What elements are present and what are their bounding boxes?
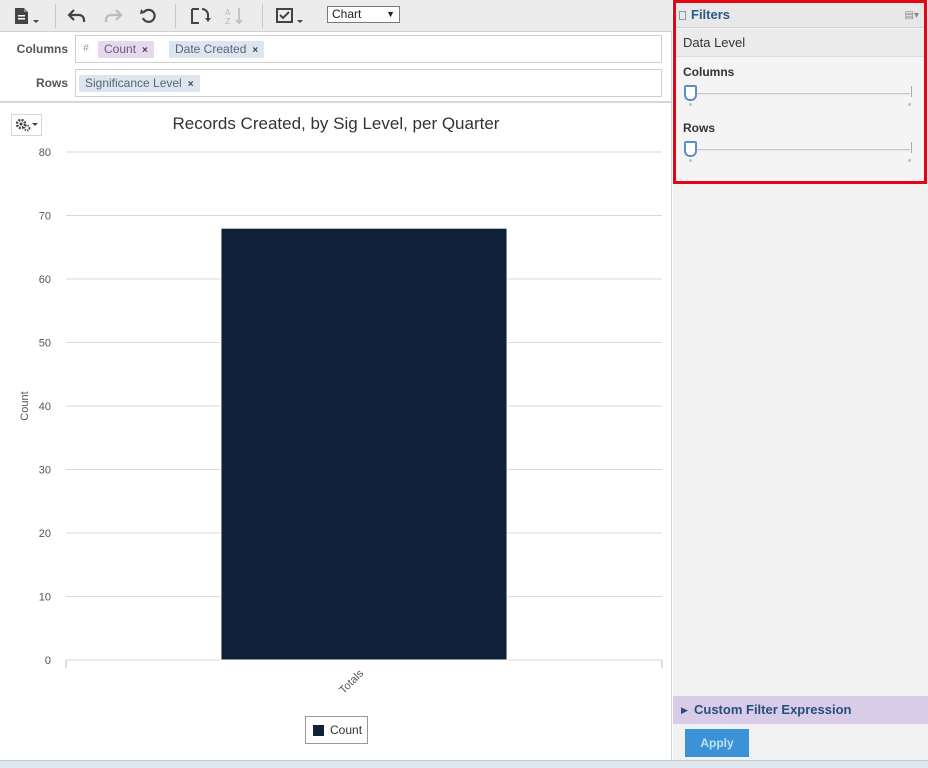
x-tick-label: Totals [337,667,366,696]
toolbar: A Z Chart ▼ [0,0,672,32]
legend-label: Count [330,723,363,737]
columns-pill-count[interactable]: Count × [98,41,154,58]
filters-title: Filters [691,7,731,22]
toolbar-separator [55,4,56,28]
columns-slider-label: Columns [683,65,735,79]
svg-text:Z: Z [225,17,231,26]
checklist-menu-icon[interactable] [274,4,306,28]
bar-chart: 0 10 20 30 40 50 60 70 80 Totals Count [19,147,663,696]
filters-sidebar: Filters ▤▾ Data Level Columns Rows ▶ Cus… [673,0,928,760]
chart-area: 0 10 20 30 40 50 60 70 80 Totals Count Records Cre… [0,104,672,760]
chart-title: Records Created, by Sig Level, per Quart… [172,114,500,133]
rows-shelf-row: Rows Significance Level × [0,67,672,101]
rows-slider-label: Rows [683,121,716,135]
slider-tick-dot [689,159,692,162]
slider-handle[interactable] [684,141,697,157]
columns-shelf-label: Columns [16,42,68,56]
slider-track[interactable] [688,149,910,151]
remove-icon[interactable]: × [142,45,148,56]
slider-tick-dot [908,159,911,162]
undo-icon[interactable] [66,4,88,28]
shelf-divider [0,101,672,103]
pill-label: Date Created [175,42,247,56]
report-area: A Z Chart ▼ Columns # Count × Date Creat… [0,0,672,760]
reset-icon[interactable] [138,4,160,28]
y-tick-label: 20 [39,528,51,540]
rows-shelf-label: Rows [35,76,68,90]
y-tick-label: 0 [45,655,51,667]
view-type-select[interactable]: Chart ▼ [327,6,400,23]
panel-menu-icon[interactable]: ▤▾ [905,10,919,21]
y-tick-label: 30 [39,465,51,477]
rows-pill-significance-level[interactable]: Significance Level × [79,75,200,92]
remove-icon[interactable]: × [188,79,194,90]
y-axis-label: Count [19,391,31,420]
y-tick-label: 80 [39,147,51,159]
filters-header[interactable]: Filters ▤▾ [676,3,924,28]
svg-text:A: A [225,8,231,17]
swap-axes-icon[interactable] [187,4,213,28]
apply-button[interactable]: Apply [685,729,749,757]
expand-triangle-icon: ▶ [681,705,688,715]
slider-end-tick [911,142,912,153]
pill-label: Significance Level [85,76,182,90]
y-tick-label: 10 [39,592,51,604]
sort-icon[interactable]: A Z [223,4,247,28]
slider-tick-dot [908,103,911,106]
pill-label: Count [104,42,137,56]
legend-swatch [313,724,324,736]
slider-end-tick [911,86,912,97]
collapse-icon[interactable] [679,11,686,20]
bottom-border [0,760,928,768]
report-app: A Z Chart ▼ Columns # Count × Date Creat… [0,0,928,768]
rows-level-slider[interactable] [684,139,912,163]
custom-filter-expression-toggle[interactable]: ▶ Custom Filter Expression [673,696,928,724]
data-level-heading: Data Level [676,29,924,57]
slider-handle[interactable] [684,85,697,101]
slider-tick-dot [689,103,692,106]
redo-icon[interactable] [102,4,124,28]
toolbar-separator [175,4,176,28]
file-menu-icon[interactable] [10,4,42,28]
columns-level-slider[interactable] [684,83,912,107]
y-tick-label: 60 [39,274,51,286]
toolbar-separator [262,4,263,28]
y-tick-label: 40 [39,401,51,413]
y-tick-label: 70 [39,211,51,223]
custom-filter-label: Custom Filter Expression [694,702,852,717]
measure-symbol: # [83,43,89,54]
y-tick-label: 50 [39,338,51,350]
chart-settings-button[interactable] [11,114,42,136]
chart-legend[interactable]: Count [305,716,368,744]
filters-panel: Filters ▤▾ Data Level Columns Rows [673,0,927,184]
remove-icon[interactable]: × [252,45,258,56]
view-type-value: Chart [332,7,362,21]
columns-shelf[interactable]: # Count × Date Created × [75,35,662,63]
rows-shelf[interactable]: Significance Level × [75,69,662,97]
columns-shelf-row: Columns # Count × Date Created × [0,33,672,67]
chevron-down-icon: ▼ [386,9,395,19]
bar [220,227,508,661]
gear-icon [15,118,38,132]
columns-pill-date-created[interactable]: Date Created × [169,41,265,58]
slider-track[interactable] [688,93,910,95]
